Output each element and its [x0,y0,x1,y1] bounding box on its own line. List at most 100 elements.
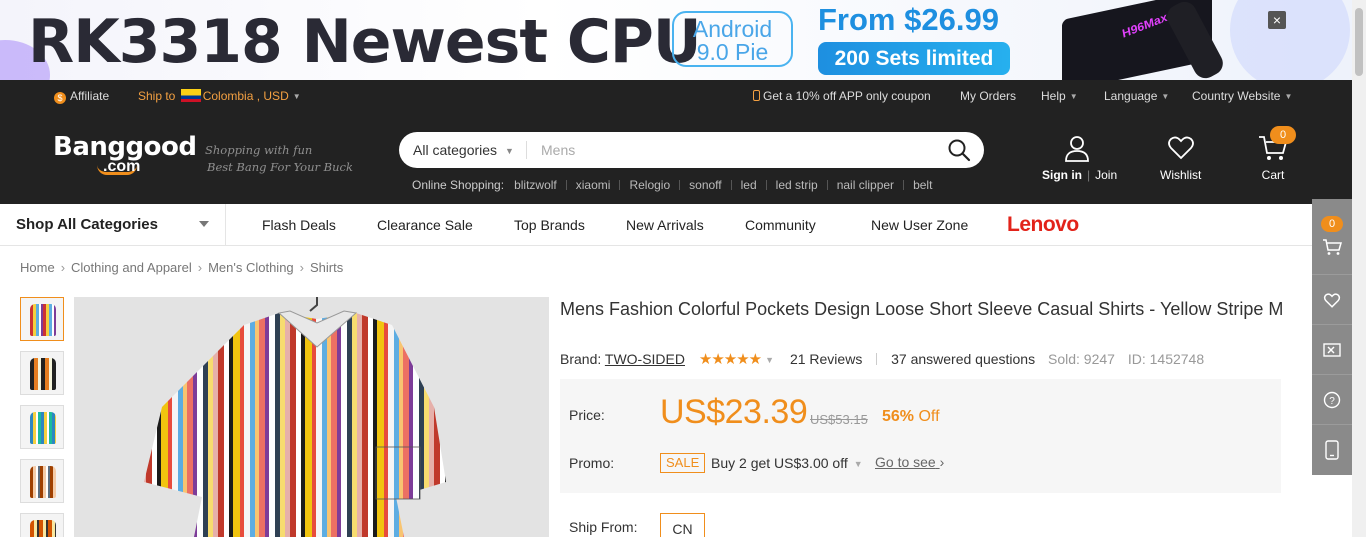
promo-text-value: Buy 2 get US$3.00 off [711,455,848,471]
sidebar-wishlist[interactable] [1312,275,1352,325]
promo-text[interactable]: Buy 2 get US$3.00 off ▼ [711,455,863,471]
current-price: US$23.39 [660,393,808,431]
reviews-link[interactable]: 21 Reviews [790,351,862,367]
discount-percent: 56% [882,408,915,425]
search-icon[interactable] [947,138,971,162]
nav-top-brands[interactable]: Top Brands [514,204,585,246]
brand-link[interactable]: TWO-SIDED [605,351,685,367]
hot-keyword[interactable]: xiaomi [576,178,611,192]
go-to-see-label: Go to see [875,454,936,470]
affiliate-link[interactable]: $ Affiliate [54,80,109,113]
breadcrumb: Home › Clothing and Apparel › Men's Clothing… [20,260,343,275]
hot-searches: Online Shopping: blitzwolf xiaomi Relogio so… [412,178,932,192]
phone-icon [753,90,760,101]
price-label: Price: [569,407,605,423]
search-input[interactable] [541,138,921,162]
banner-android-badge: Android 9.0 Pie [672,11,793,67]
go-to-see-link[interactable]: Go to see › [875,454,944,470]
sidebar-cart[interactable]: 0 [1312,199,1352,275]
hot-keyword[interactable]: led strip [776,178,818,192]
page-scrollbar[interactable] [1352,0,1366,537]
sign-in-link[interactable]: Sign in [1042,168,1082,182]
chevron-right-icon: › [299,260,305,275]
thumbnail-image [30,304,56,336]
search-divider [526,141,527,159]
product-thumbnail[interactable] [20,513,64,537]
product-thumbnail[interactable] [20,297,64,341]
brand-label: Brand: [560,351,602,367]
hot-keyword[interactable]: Relogio [629,178,670,192]
hot-keyword[interactable]: nail clipper [837,178,894,192]
separator [619,180,621,190]
join-link[interactable]: Join [1095,168,1117,182]
scrollbar-thumb[interactable] [1355,8,1363,76]
user-icon[interactable] [1063,134,1091,162]
product-main-image[interactable] [74,297,549,537]
nav-new-arrivals[interactable]: New Arrivals [626,204,704,246]
chevron-right-icon: › [197,260,203,275]
questions-link[interactable]: 37 answered questions [891,351,1035,367]
floating-sidebar: 0 ? [1312,199,1352,475]
language-menu[interactable]: Language ▼ [1104,80,1169,113]
thumbnail-image [30,412,56,444]
hot-keyword[interactable]: led [741,178,757,192]
chevron-down-icon: ▼ [1161,92,1170,101]
breadcrumb-shirts[interactable]: Shirts [310,260,343,275]
help-label: Help [1041,89,1066,103]
account-area: Sign in | Join [1042,134,1117,182]
breadcrumb-home[interactable]: Home [20,260,55,275]
promo-label: Promo: [569,455,615,471]
chevron-right-icon: › [939,454,945,470]
ship-from-option[interactable]: CN [660,513,705,537]
chevron-right-icon: › [60,260,66,275]
country-website-menu[interactable]: Country Website ▼ [1192,80,1292,113]
cart-label: Cart [1261,168,1285,182]
banner-limited-badge: 200 Sets limited [818,42,1010,75]
chevron-down-icon: ▼ [1284,92,1293,101]
sidebar-help[interactable]: ? [1312,375,1352,425]
top-bar: $ Affiliate Ship to Colombia , USD ▼ Get a… [0,80,1352,114]
nav-clearance-sale[interactable]: Clearance Sale [377,204,473,246]
shop-all-categories-menu[interactable]: Shop All Categories [0,204,226,246]
nav-flash-deals[interactable]: Flash Deals [262,204,336,246]
banner-close-button[interactable]: × [1268,11,1286,29]
separator [876,353,878,365]
mobile-icon [1325,440,1339,460]
search-category-select[interactable]: All categories ▼ [413,132,514,169]
main-nav: Shop All Categories Flash Deals Clearanc… [0,204,1312,246]
separator [765,180,767,190]
lenovo-brand-link[interactable]: Lenovo [1007,204,1079,246]
rating-stars[interactable]: ★★★★★ [699,351,762,368]
product-meta: Brand: TWO-SIDED ★★★★★ ▼ 21 Reviews 37 an… [560,350,1204,368]
logo-com: .com [103,158,141,175]
thumbnail-image [30,466,56,498]
slogan-line2: Best Bang For Your Buck [207,160,353,174]
hot-keyword[interactable]: blitzwolf [514,178,557,192]
breadcrumb-mens-clothing[interactable]: Men's Clothing [208,260,294,275]
country-website-label: Country Website [1192,89,1281,103]
hot-keyword[interactable]: belt [913,178,932,192]
product-thumbnail[interactable] [20,405,64,449]
nav-community[interactable]: Community [745,204,816,246]
discount-word: Off [918,408,940,425]
sidebar-coupon[interactable] [1312,325,1352,375]
chevron-down-icon: ▼ [1069,92,1078,101]
wishlist-link[interactable]: Wishlist [1160,134,1201,182]
promo-banner[interactable]: RK3318 Newest CPU Android 9.0 Pie From $… [0,0,1352,80]
hot-keyword[interactable]: sonoff [689,178,721,192]
my-orders-link[interactable]: My Orders [960,80,1016,113]
app-coupon-link[interactable]: Get a 10% off APP only coupon [753,80,931,113]
price-box: Price: US$23.39 US$53.15 56% Off Promo: … [560,379,1281,493]
help-menu[interactable]: Help ▼ [1041,80,1078,113]
page: RK3318 Newest CPU Android 9.0 Pie From $… [0,0,1366,537]
product-thumbnail[interactable] [20,351,64,395]
dollar-icon: $ [54,92,66,104]
breadcrumb-clothing[interactable]: Clothing and Apparel [71,260,192,275]
nav-new-user-zone[interactable]: New User Zone [871,204,968,246]
sidebar-app[interactable] [1312,425,1352,475]
ship-to-selector[interactable]: Ship to Colombia , USD ▼ [138,80,301,113]
product-thumbnail[interactable] [20,459,64,503]
banner-headline: RK3318 Newest CPU [28,7,702,77]
ship-to-label: Ship to [138,89,176,103]
original-price: US$53.15 [810,412,868,427]
